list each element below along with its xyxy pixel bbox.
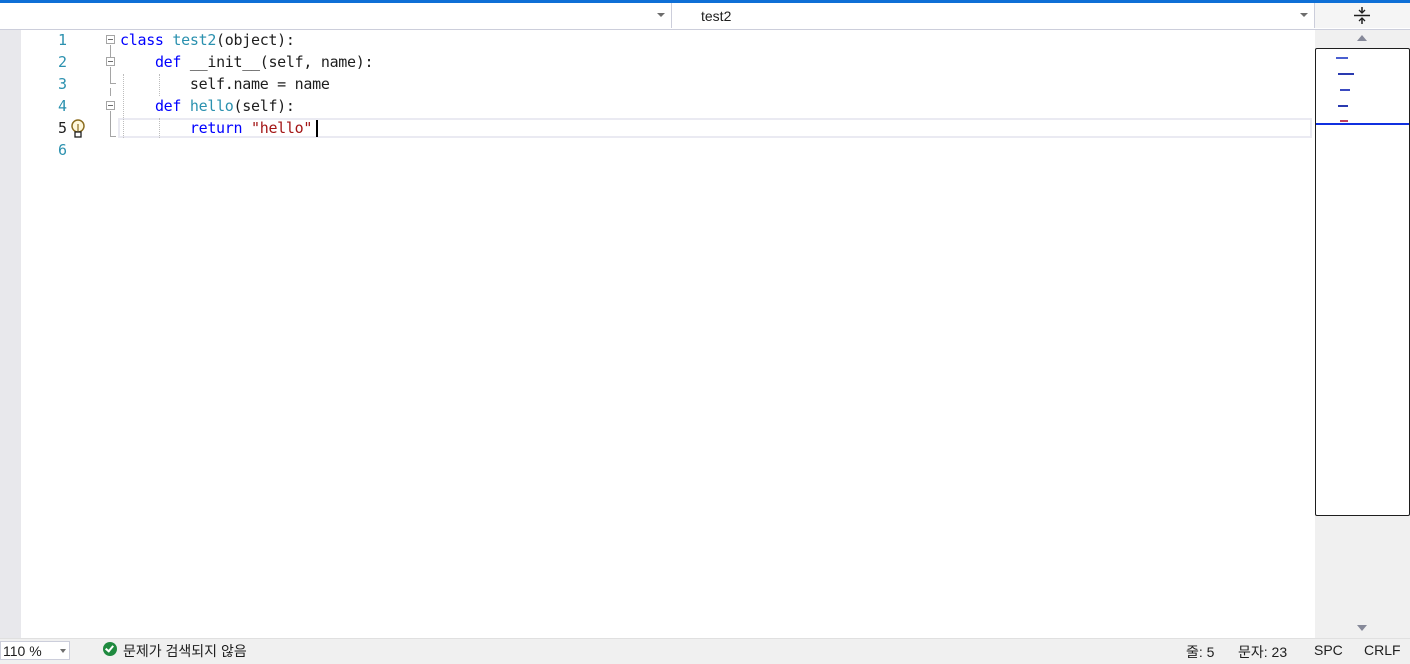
line-ending-indicator[interactable]: CRLF [1364, 642, 1401, 658]
status-bar: 110 % 문제가 검색되지 않음 줄: 5 문자: 23 SPC CRLF [0, 638, 1410, 664]
scroll-up-icon[interactable] [1357, 35, 1367, 41]
zoom-dropdown[interactable]: 110 % [0, 641, 70, 660]
line-indicator[interactable]: 줄: 5 [1186, 642, 1214, 662]
minimap-line [1336, 57, 1348, 59]
code-line: 1 class test2(object): [0, 30, 1315, 52]
line-number: 4 [57, 97, 67, 115]
code-token: (object): [216, 31, 295, 49]
code-text[interactable]: def hello(self): [120, 97, 295, 115]
keyword-token: def [154, 97, 182, 115]
code-line: 4 def hello(self): [0, 96, 1315, 118]
code-line: 3 self.name = name [0, 74, 1315, 96]
line-number: 3 [57, 75, 67, 93]
minimap-caret-marker [1316, 123, 1409, 125]
code-line: 5 return "hello" [0, 118, 1315, 140]
line-number: 1 [57, 31, 67, 49]
keyword-token: return [189, 119, 243, 137]
split-editor-icon [1354, 7, 1370, 24]
minimap-line [1340, 89, 1350, 91]
issues-status[interactable]: 문제가 검색되지 않음 [123, 641, 247, 661]
scroll-down-icon[interactable] [1357, 625, 1367, 631]
scrollbar-map[interactable] [1315, 30, 1410, 638]
chevron-down-icon [657, 13, 665, 17]
split-editor-button[interactable] [1315, 3, 1410, 28]
navigation-bar: test2 [0, 3, 1410, 30]
zoom-value: 110 % [3, 643, 42, 659]
code-editor[interactable]: 1 class test2(object): 2 def __init__(se… [0, 30, 1315, 638]
lightbulb-icon[interactable] [70, 119, 86, 139]
code-text[interactable]: def __init__(self, name): [120, 53, 374, 71]
code-line: 2 def __init__(self, name): [0, 52, 1315, 74]
code-token: self.name = name [189, 75, 330, 93]
chevron-down-icon [1300, 13, 1308, 17]
code-text[interactable]: self.name = name [120, 75, 330, 93]
char-indicator[interactable]: 문자: 23 [1238, 642, 1287, 662]
code-minimap[interactable] [1315, 48, 1410, 516]
minimap-line [1340, 120, 1348, 122]
line-number: 6 [57, 141, 67, 159]
function-name-token: hello [189, 97, 234, 115]
member-dropdown[interactable]: test2 [675, 3, 1315, 28]
code-line: 6 [0, 140, 1315, 162]
string-token: "hello" [250, 119, 313, 137]
line-number: 2 [57, 53, 67, 71]
text-caret [316, 120, 318, 137]
keyword-token: def [154, 53, 182, 71]
code-token: __init__(self, name): [189, 53, 374, 71]
line-number: 5 [57, 119, 67, 137]
code-token: (self): [233, 97, 295, 115]
class-name-token: test2 [172, 31, 217, 49]
scope-dropdown[interactable] [0, 3, 672, 28]
member-dropdown-value: test2 [701, 8, 732, 24]
keyword-token: class [120, 31, 164, 49]
minimap-line [1338, 105, 1348, 107]
code-text[interactable]: class test2(object): [120, 31, 295, 49]
minimap-line [1338, 73, 1354, 75]
code-text[interactable]: return "hello" [120, 119, 313, 137]
whitespace-indicator[interactable]: SPC [1314, 642, 1343, 658]
chevron-down-icon [60, 649, 66, 653]
check-circle-icon[interactable] [103, 642, 117, 656]
